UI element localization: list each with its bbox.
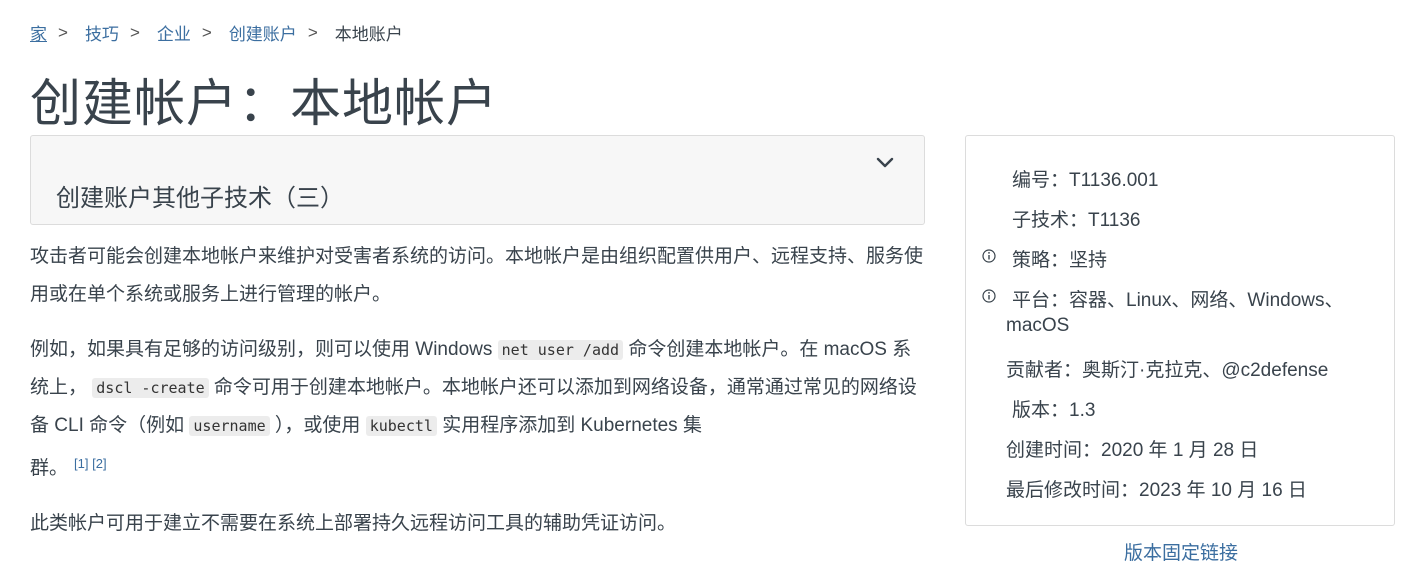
technique-info-card: 编号：T1136.001 子技术：T1136 策略：坚持 平台：容器、Linux…	[965, 135, 1395, 526]
description-text: ），或使用	[269, 415, 366, 436]
description-text: 例如，如果具有足够的访问级别，则可以使用 Windows	[30, 339, 498, 360]
citation-refs: [1] [2]	[74, 456, 107, 471]
breadcrumb-create-account-link[interactable]: 创建账户	[229, 20, 297, 45]
description-paragraph-3: 此类帐户可用于建立不需要在系统上部署持久远程访问工具的辅助凭证访问。	[30, 513, 677, 534]
info-circle-icon[interactable]	[982, 289, 996, 303]
info-circle-icon[interactable]	[982, 249, 996, 263]
other-subtechniques-toggle[interactable]: 创建账户其他子技术（三）	[30, 135, 925, 225]
description-text: 群。	[30, 458, 69, 479]
other-subtechniques-title: 创建账户其他子技术（三）	[56, 185, 344, 212]
breadcrumb-home-link[interactable]: 家	[30, 20, 47, 45]
breadcrumb-enterprise-link[interactable]: 企业	[157, 20, 191, 45]
inline-code-username: username	[189, 416, 270, 436]
info-created: 创建时间：2020 年 1 月 28 日	[1006, 440, 1259, 461]
info-subtechnique: 子技术：T1136	[1012, 210, 1141, 231]
inline-code-net-user: net user /add	[497, 340, 624, 360]
info-version: 版本：1.3	[1012, 400, 1096, 421]
info-platforms-continued: macOS	[1006, 315, 1070, 336]
description-paragraph-2: 例如，如果具有足够的访问级别，则可以使用 Windows net user /a…	[30, 331, 930, 445]
info-tactic: 策略：坚持	[1012, 250, 1108, 271]
breadcrumb-separator: >	[201, 22, 212, 42]
chevron-down-icon[interactable]	[876, 156, 894, 170]
citation-link-1[interactable]: [1]	[74, 456, 88, 471]
breadcrumb-techniques-link[interactable]: 技巧	[85, 20, 119, 45]
description-paragraph-2-end: 群。 [1] [2]	[30, 445, 930, 488]
description-paragraph-1: 攻击者可能会创建本地帐户来维护对受害者系统的访问。本地帐户是由组织配置供用户、远…	[30, 246, 924, 305]
info-last-modified: 最后修改时间：2023 年 10 月 16 日	[1006, 480, 1307, 501]
technique-description: 攻击者可能会创建本地帐户来维护对受害者系统的访问。本地帐户是由组织配置供用户、远…	[30, 238, 930, 543]
version-permalink[interactable]: 版本固定链接	[1124, 538, 1238, 565]
breadcrumb-separator: >	[129, 22, 140, 42]
breadcrumb: 家 > 技巧 > 企业 > 创建账户 > 本地账户	[30, 20, 403, 45]
citation-link-2[interactable]: [2]	[92, 456, 106, 471]
inline-code-kubectl: kubectl	[365, 416, 437, 436]
info-id: 编号：T1136.001	[1012, 170, 1159, 191]
info-contributors: 贡献者：奥斯汀·克拉克、@c2defense	[1006, 360, 1329, 381]
description-text: 实用程序添加到 Kubernetes 集	[436, 415, 702, 436]
breadcrumb-separator: >	[58, 22, 68, 42]
inline-code-dscl: dscl -create	[92, 378, 209, 398]
breadcrumb-separator: >	[307, 22, 318, 42]
info-platforms: 平台：容器、Linux、网络、Windows、	[1012, 290, 1344, 311]
breadcrumb-current: 本地账户	[334, 25, 403, 44]
page-title: 创建帐户：本地帐户	[30, 75, 499, 132]
